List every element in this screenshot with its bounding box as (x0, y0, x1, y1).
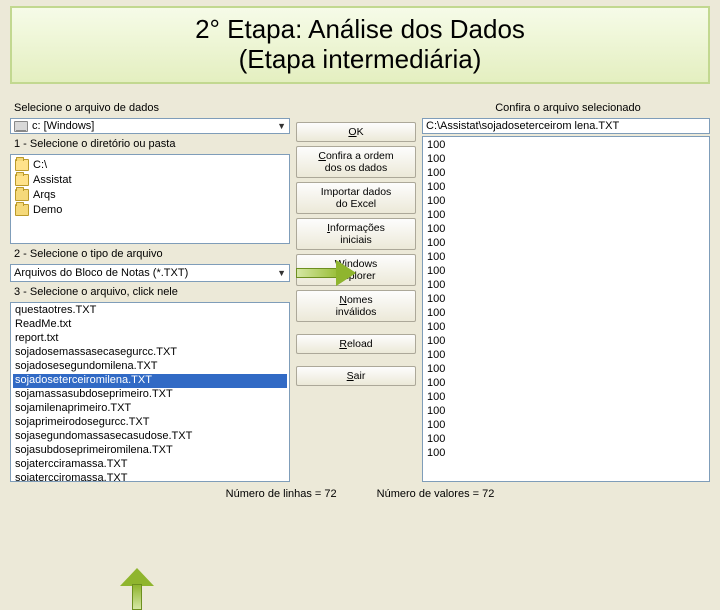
folder-icon (15, 204, 29, 216)
file-item[interactable]: sojatercciramassa.TXT (13, 458, 287, 472)
file-list[interactable]: questaotres.TXTReadMe.txtreport.txtsojad… (10, 302, 290, 482)
file-item[interactable]: sojadosemassasecasegurcc.TXT (13, 346, 287, 360)
preview-line: 100 (427, 237, 705, 251)
drive-icon (14, 121, 28, 132)
import-excel-button[interactable]: Importar dados do Excel (296, 182, 416, 214)
ok-button[interactable]: OK (296, 122, 416, 142)
initial-info-button[interactable]: Informações iniciais (296, 218, 416, 250)
file-item[interactable]: sojamilenaprimeiro.TXT (13, 402, 287, 416)
file-item[interactable]: sojadosesegundomilena.TXT (13, 360, 287, 374)
filetype-value: Arquivos do Bloco de Notas (*.TXT) (14, 267, 188, 279)
folder-icon (15, 174, 29, 186)
label-confirm-file: Confira o arquivo selecionado (422, 100, 710, 116)
windows-explorer-button[interactable]: Windows Explorer (296, 254, 416, 286)
preview-line: 100 (427, 307, 705, 321)
preview-line: 100 (427, 265, 705, 279)
drive-value: c: [Windows] (32, 120, 94, 132)
status-bar: Número de linhas = 72 Número de valores … (6, 486, 714, 504)
preview-line: 100 (427, 433, 705, 447)
status-lines: Número de linhas = 72 (226, 488, 337, 500)
preview-line: 100 (427, 209, 705, 223)
title-line-1: 2° Etapa: Análise dos Dados (16, 14, 704, 44)
preview-line: 100 (427, 279, 705, 293)
exit-button[interactable]: Sair (296, 366, 416, 386)
preview-line: 100 (427, 321, 705, 335)
label-step3: 3 - Selecione o arquivo, click nele (10, 284, 290, 300)
file-item[interactable]: sojadoseterceiromilena.TXT (13, 374, 287, 388)
label-select-file: Selecione o arquivo de dados (10, 100, 290, 116)
file-item[interactable]: sojasegundomassasecasudose.TXT (13, 430, 287, 444)
file-item[interactable]: questaotres.TXT (13, 304, 287, 318)
file-item[interactable]: sojatercciromassa.TXT (13, 472, 287, 482)
file-item[interactable]: report.txt (13, 332, 287, 346)
folder-icon (15, 159, 29, 171)
folder-icon (15, 189, 29, 201)
preview-line: 100 (427, 293, 705, 307)
dir-item: Demo (15, 202, 285, 217)
selected-path: C:\Assistat\sojadoseterceirom lena.TXT (422, 118, 710, 134)
invalid-names-button[interactable]: Nomes inválidos (296, 290, 416, 322)
chevron-down-icon: ▼ (277, 268, 286, 278)
preview-line: 100 (427, 153, 705, 167)
preview-line: 100 (427, 377, 705, 391)
confirm-order-button[interactable]: Confira a ordem dos os dados (296, 146, 416, 178)
reload-button[interactable]: Reload (296, 334, 416, 354)
file-item[interactable]: sojaprimeirodosegurcc.TXT (13, 416, 287, 430)
preview-line: 100 (427, 251, 705, 265)
label-step2: 2 - Selecione o tipo de arquivo (10, 246, 290, 262)
preview-line: 100 (427, 181, 705, 195)
dir-item: Arqs (15, 187, 285, 202)
preview-line: 100 (427, 139, 705, 153)
file-item[interactable]: sojamassasubdoseprimeiro.TXT (13, 388, 287, 402)
app-window: Selecione o arquivo de dados c: [Windows… (6, 88, 714, 504)
title-line-2: (Etapa intermediária) (16, 44, 704, 74)
status-values: Número de valores = 72 (377, 488, 495, 500)
filetype-select[interactable]: Arquivos do Bloco de Notas (*.TXT) ▼ (10, 264, 290, 282)
dir-item: C:\ (15, 157, 285, 172)
preview-line: 100 (427, 223, 705, 237)
preview-line: 100 (427, 167, 705, 181)
preview-line: 100 (427, 335, 705, 349)
arrow-up-icon (120, 568, 154, 610)
preview-line: 100 (427, 195, 705, 209)
dir-item: Assistat (15, 172, 285, 187)
drive-select[interactable]: c: [Windows] ▼ (10, 118, 290, 134)
preview-line: 100 (427, 447, 705, 461)
file-item[interactable]: sojasubdoseprimeiromilena.TXT (13, 444, 287, 458)
chevron-down-icon: ▼ (277, 121, 286, 131)
preview-line: 100 (427, 363, 705, 377)
preview-line: 100 (427, 391, 705, 405)
file-preview[interactable]: 1001001001001001001001001001001001001001… (422, 136, 710, 482)
file-item[interactable]: ReadMe.txt (13, 318, 287, 332)
preview-line: 100 (427, 349, 705, 363)
directory-list[interactable]: C:\ Assistat Arqs Demo (10, 154, 290, 244)
preview-line: 100 (427, 419, 705, 433)
slide-title: 2° Etapa: Análise dos Dados (Etapa inter… (10, 6, 710, 84)
label-step1: 1 - Selecione o diretório ou pasta (10, 136, 290, 152)
preview-line: 100 (427, 405, 705, 419)
